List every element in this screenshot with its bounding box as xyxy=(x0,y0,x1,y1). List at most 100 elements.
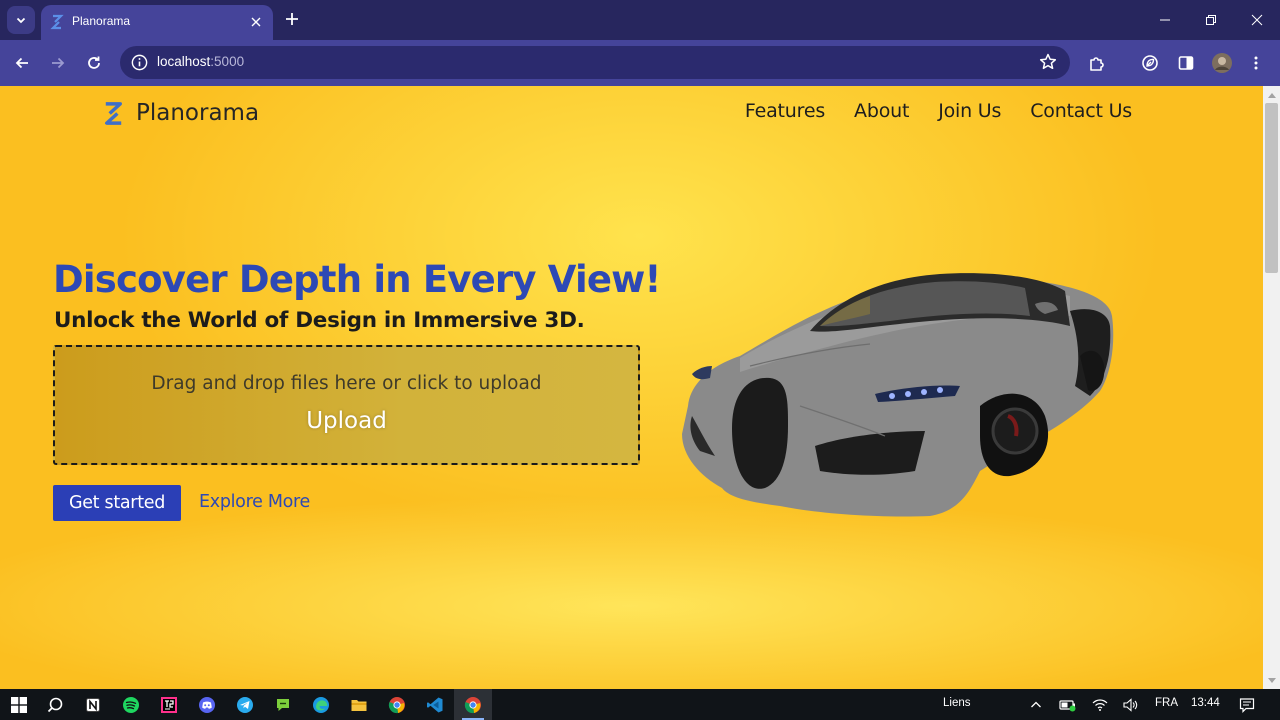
explore-more-link[interactable]: Explore More xyxy=(199,492,310,512)
hero-subtitle: Unlock the World of Design in Immersive … xyxy=(54,308,585,333)
tray-overflow-button[interactable] xyxy=(1026,695,1046,715)
minimize-button[interactable] xyxy=(1142,0,1188,40)
dropzone-instructions: Drag and drop files here or click to upl… xyxy=(151,373,542,394)
browser-toolbar: localhost:5000 xyxy=(0,40,1280,86)
scrollbar-thumb[interactable] xyxy=(1265,103,1278,273)
taskbar-app-jetbrains[interactable] xyxy=(150,689,188,720)
taskbar-app-chrome-active[interactable] xyxy=(454,689,492,720)
avatar-icon xyxy=(1212,53,1232,73)
page-scrollbar[interactable] xyxy=(1263,86,1280,689)
tab-close-button[interactable] xyxy=(245,11,267,33)
more-vertical-icon xyxy=(1254,56,1258,70)
address-bar[interactable]: localhost:5000 xyxy=(120,46,1070,79)
reload-icon xyxy=(88,56,100,69)
reload-button[interactable] xyxy=(80,49,108,77)
notion-icon xyxy=(86,697,100,712)
nav-link-join-us[interactable]: Join Us xyxy=(938,100,1001,122)
car-headlight-led xyxy=(921,389,927,395)
taskbar-app-vscode[interactable] xyxy=(416,689,454,720)
tab-title: Planorama xyxy=(72,14,131,28)
close-window-button[interactable] xyxy=(1234,0,1280,40)
chevron-up-icon xyxy=(1031,701,1041,708)
nav-link-features[interactable]: Features xyxy=(745,100,825,122)
spotify-icon xyxy=(123,696,139,713)
chrome-icon xyxy=(464,696,481,713)
browser-tab-strip: Planorama xyxy=(0,0,1280,40)
jetbrains-icon xyxy=(161,696,177,713)
car-left-headlight xyxy=(692,366,712,380)
car-3d-model[interactable] xyxy=(670,266,1120,526)
telegram-icon xyxy=(237,696,253,713)
plus-icon xyxy=(286,13,298,25)
get-started-button[interactable]: Get started xyxy=(53,485,181,521)
taskbar-app-file-explorer[interactable] xyxy=(340,689,378,720)
taskbar-search-button[interactable] xyxy=(36,689,74,720)
car-headlight-led xyxy=(905,391,911,397)
arrow-left-icon xyxy=(15,57,28,69)
tray-language-label[interactable]: FRA xyxy=(1155,697,1178,709)
wifi-icon xyxy=(1092,699,1108,711)
taskbar-app-spotify[interactable] xyxy=(112,689,150,720)
taskbar-app-chat[interactable] xyxy=(264,689,302,720)
brand-name: Planorama xyxy=(136,100,260,126)
car-headlight-led xyxy=(937,387,943,393)
start-button[interactable] xyxy=(0,689,38,720)
taskbar-app-telegram[interactable] xyxy=(226,689,264,720)
url-text: localhost:5000 xyxy=(157,54,244,69)
tray-clock[interactable]: 13:44 xyxy=(1191,697,1220,709)
tray-volume-button[interactable] xyxy=(1120,695,1140,715)
arrow-right-icon xyxy=(52,57,65,69)
bookmark-star-icon[interactable] xyxy=(1038,52,1058,72)
taskbar-app-notion[interactable] xyxy=(74,689,112,720)
triangle-down-icon xyxy=(1267,677,1276,683)
folder-icon xyxy=(351,699,367,711)
planorama-favicon-icon xyxy=(50,14,64,30)
chevron-down-icon xyxy=(16,17,26,24)
brand[interactable]: Planorama xyxy=(100,98,259,128)
taskbar-app-edge[interactable] xyxy=(302,689,340,720)
car-headlight-led xyxy=(889,393,895,399)
url-port: :5000 xyxy=(210,54,245,69)
tray-links-label[interactable]: Liens xyxy=(943,697,971,709)
hero-title: Discover Depth in Every View! xyxy=(53,258,661,301)
new-tab-button[interactable] xyxy=(280,7,304,31)
planorama-logo-icon xyxy=(105,101,122,125)
restore-button[interactable] xyxy=(1188,0,1234,40)
back-button[interactable] xyxy=(8,49,36,77)
file-dropzone[interactable]: Drag and drop files here or click to upl… xyxy=(53,345,640,465)
side-panel-icon xyxy=(1178,56,1194,70)
profile-avatar-button[interactable] xyxy=(1208,49,1236,77)
extensions-button[interactable] xyxy=(1083,49,1111,77)
extension-leaf-button[interactable] xyxy=(1136,49,1164,77)
browser-tab-active[interactable]: Planorama xyxy=(41,5,273,40)
windows-logo-icon xyxy=(11,696,27,713)
side-panel-button[interactable] xyxy=(1172,49,1200,77)
triangle-up-icon xyxy=(1267,92,1276,98)
chrome-icon xyxy=(388,696,405,713)
vscode-icon xyxy=(427,697,443,712)
discord-icon xyxy=(199,696,215,713)
tray-battery-button[interactable] xyxy=(1058,695,1078,715)
puzzle-icon xyxy=(1090,57,1104,71)
scroll-down-button[interactable] xyxy=(1263,672,1280,689)
volume-icon xyxy=(1123,698,1138,712)
browser-menu-button[interactable] xyxy=(1242,49,1270,77)
chat-icon xyxy=(277,698,289,711)
scroll-up-button[interactable] xyxy=(1263,86,1280,103)
webpage-viewport: Planorama Features About Join Us Contact… xyxy=(0,86,1263,689)
taskbar-app-chrome[interactable] xyxy=(378,689,416,720)
url-host: localhost xyxy=(157,54,211,69)
tab-search-button[interactable] xyxy=(7,6,35,34)
forward-button[interactable] xyxy=(44,49,72,77)
minimize-icon xyxy=(1160,19,1170,21)
close-icon xyxy=(251,17,261,27)
info-icon[interactable] xyxy=(130,53,149,72)
taskbar-app-discord[interactable] xyxy=(188,689,226,720)
leaf-icon xyxy=(1142,55,1158,71)
nav-link-about[interactable]: About xyxy=(854,100,909,122)
nav-link-contact-us[interactable]: Contact Us xyxy=(1030,100,1132,122)
tray-notifications-button[interactable] xyxy=(1237,695,1257,715)
car-grille xyxy=(732,377,788,489)
upload-button[interactable]: Upload xyxy=(55,408,638,434)
tray-wifi-button[interactable] xyxy=(1090,695,1110,715)
